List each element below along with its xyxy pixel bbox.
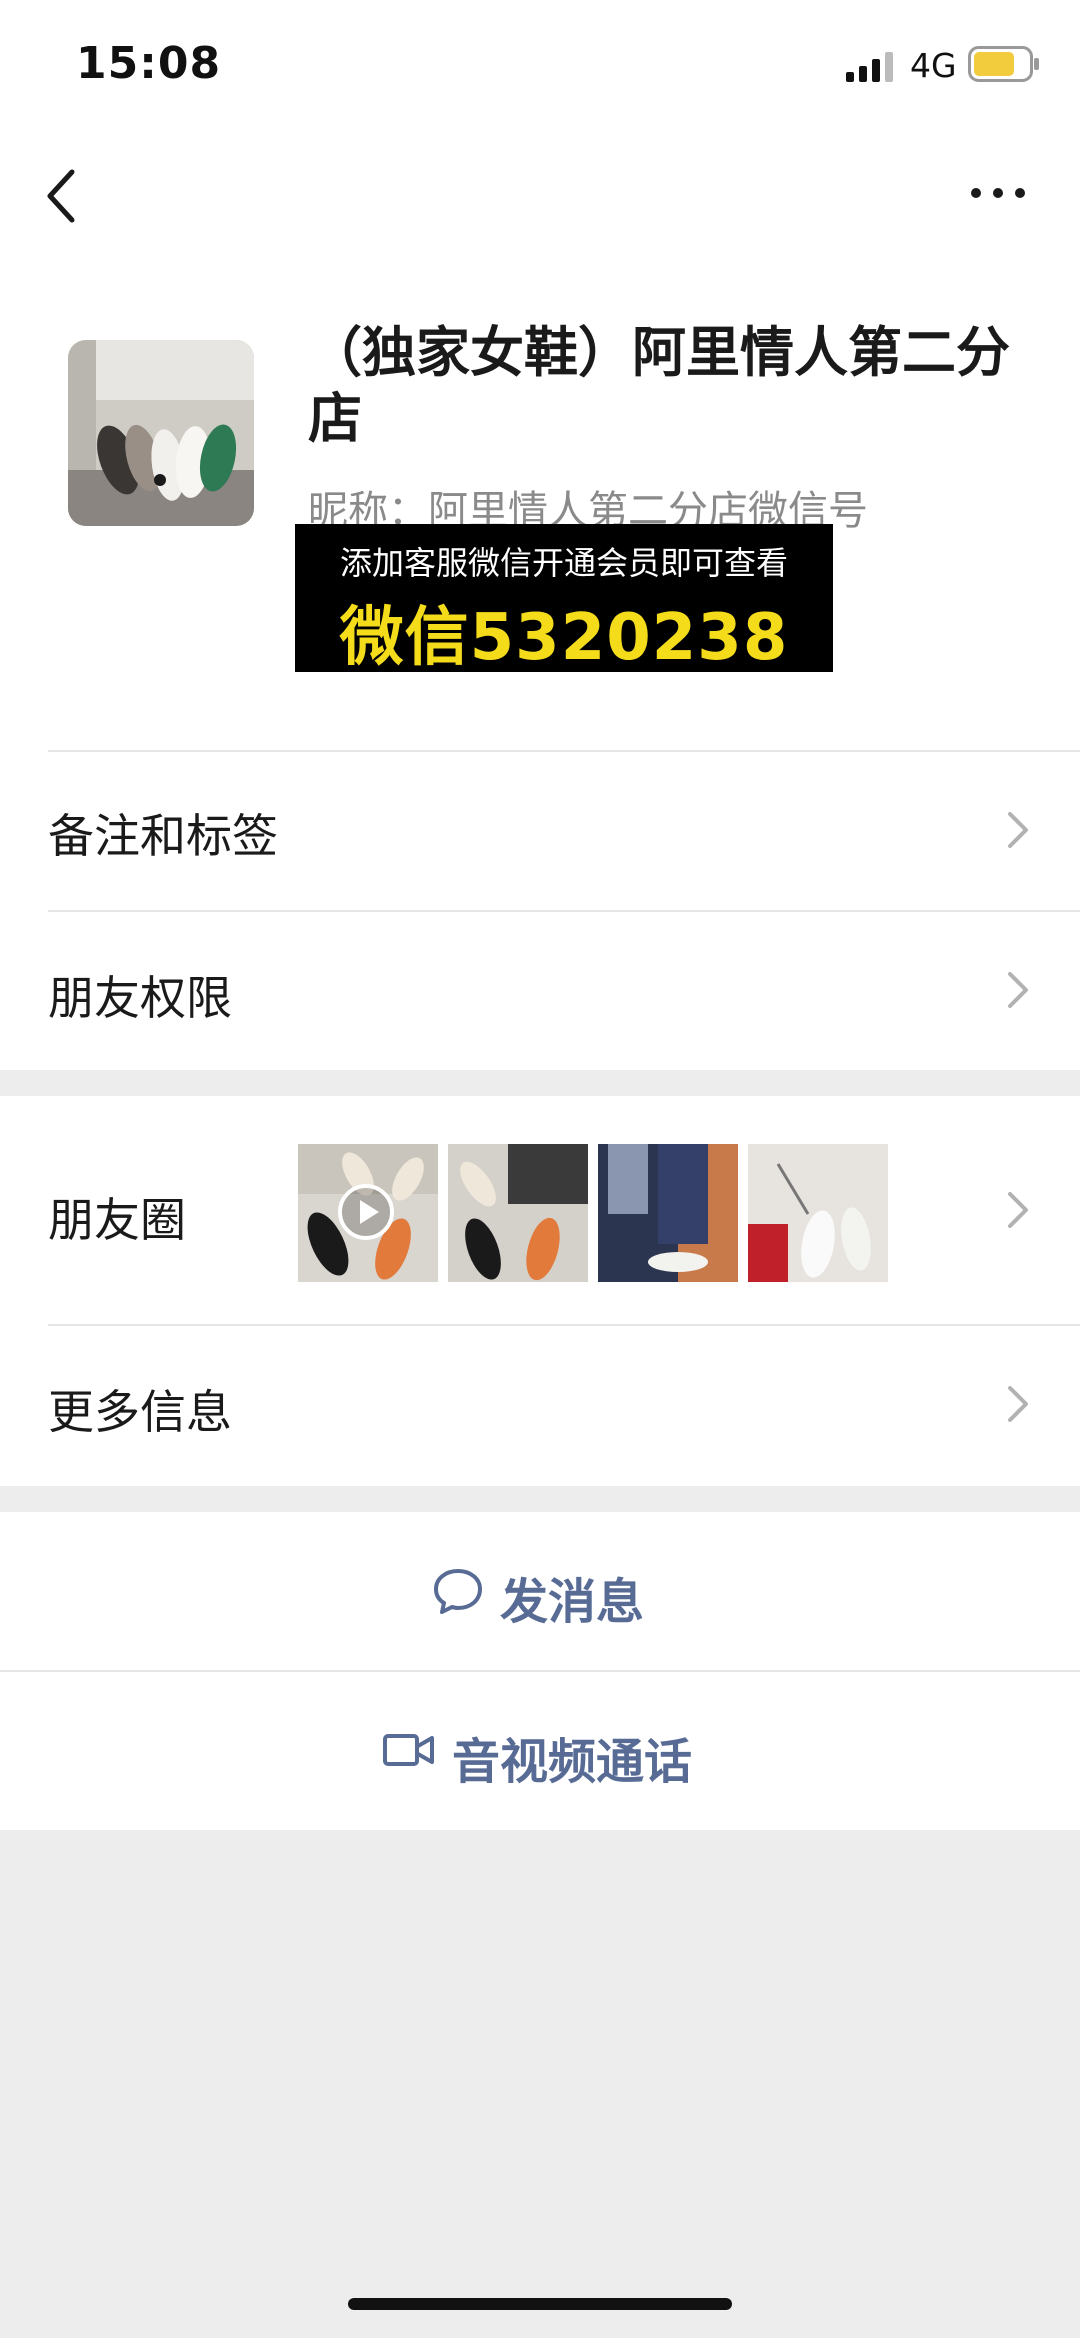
promo-overlay-wechat-id: 微信5320238	[339, 601, 789, 675]
moments-thumbnail[interactable]	[748, 1144, 888, 1282]
chevron-right-icon	[1008, 972, 1028, 1008]
video-call-label: 音视频通话	[452, 1734, 693, 1790]
battery-icon	[968, 46, 1039, 82]
chat-bubble-icon	[434, 1569, 482, 1614]
send-message-label: 发消息	[500, 1574, 645, 1630]
row-friend-permissions[interactable]: 朋友权限	[0, 910, 1080, 1070]
video-call-button[interactable]: 音视频通话	[0, 1672, 1080, 1830]
moments-section: 朋友圈 更多信息	[0, 1096, 1080, 1486]
row-more-info[interactable]: 更多信息	[0, 1324, 1080, 1486]
status-bar: 15:08 4G	[0, 0, 1080, 130]
promo-overlay-text: 添加客服微信开通会员即可查看	[339, 544, 788, 582]
row-remarks-tags[interactable]: 备注和标签	[0, 750, 1080, 910]
row-label-more-info: 更多信息	[48, 1385, 232, 1439]
network-type: 4G	[910, 46, 957, 85]
actions-section: 发消息 音视频通话	[0, 1512, 1080, 1830]
play-icon	[338, 1184, 394, 1240]
row-label-friend-permissions: 朋友权限	[48, 971, 232, 1025]
send-message-button[interactable]: 发消息	[0, 1512, 1080, 1670]
promo-overlay-banner: 添加客服微信开通会员即可查看 微信5320238	[295, 524, 833, 675]
back-chevron-icon[interactable]	[38, 160, 88, 230]
profile-name: （独家女鞋）阿里情人第二分店	[308, 321, 1010, 450]
chevron-right-icon	[1008, 1386, 1028, 1422]
signal-bars-icon	[846, 52, 893, 82]
avatar[interactable]	[68, 340, 254, 526]
contact-profile-screen: 15:08 4G （独家女鞋）阿里情人第二分店 昵称：阿里情人第二分店微信号 添…	[0, 0, 1080, 2338]
settings-section: 备注和标签 朋友权限	[0, 750, 1080, 1070]
video-camera-icon	[383, 1734, 434, 1766]
row-label-moments: 朋友圈	[48, 1193, 186, 1247]
row-label-remarks-tags: 备注和标签	[48, 809, 278, 863]
moments-thumbnail[interactable]	[598, 1144, 738, 1282]
status-time: 15:08	[76, 38, 222, 89]
moments-thumbnail[interactable]	[448, 1144, 588, 1282]
shoes-photo-avatar	[68, 340, 254, 526]
more-dots-icon[interactable]	[968, 178, 1028, 208]
shoes-photo-thumbnail	[598, 1144, 738, 1282]
shoes-photo-thumbnail	[448, 1144, 588, 1282]
moments-thumbnail-video[interactable]	[298, 1144, 438, 1282]
home-indicator	[348, 2298, 732, 2310]
chevron-right-icon	[1008, 812, 1028, 848]
shoes-photo-thumbnail	[748, 1144, 888, 1282]
chevron-right-icon	[1008, 1192, 1028, 1228]
row-moments[interactable]: 朋友圈	[0, 1096, 1080, 1324]
